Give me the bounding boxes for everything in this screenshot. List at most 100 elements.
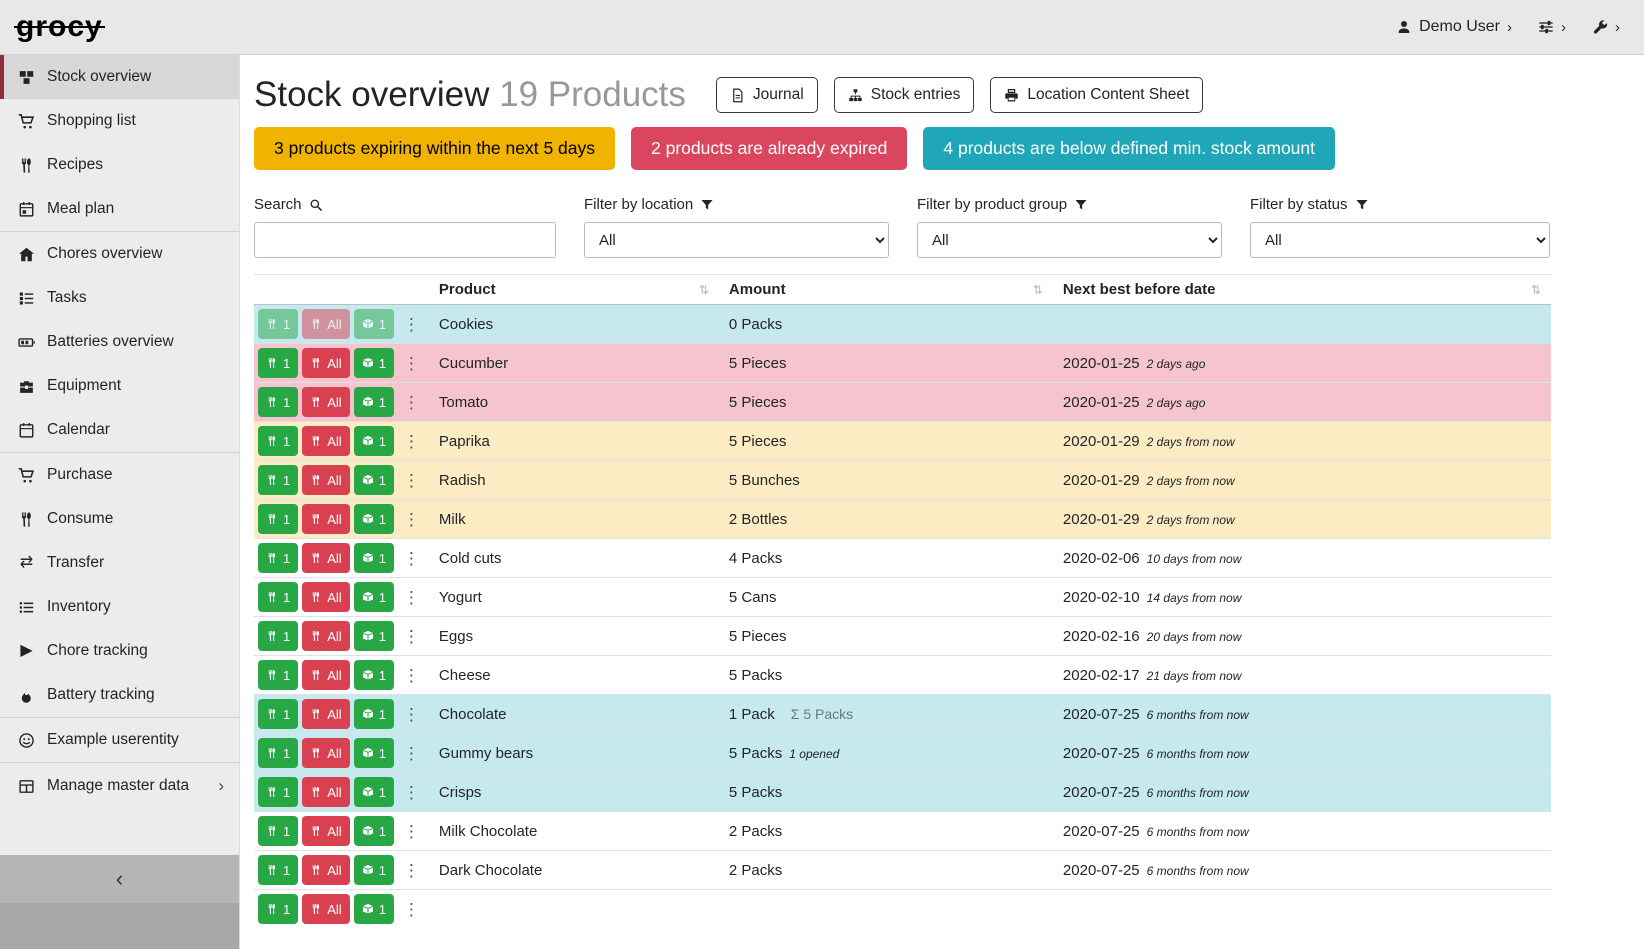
row-menu-button[interactable]: ⋮	[398, 706, 425, 723]
row-menu-button[interactable]: ⋮	[398, 433, 425, 450]
below-min-stock-banner[interactable]: 4 products are below defined min. stock …	[923, 127, 1335, 170]
expired-banner[interactable]: 2 products are already expired	[631, 127, 907, 170]
sidebar-item-tasks[interactable]: Tasks	[0, 276, 239, 320]
sidebar-item-batteries-overview[interactable]: Batteries overview	[0, 320, 239, 364]
row-menu-button[interactable]: ⋮	[398, 628, 425, 645]
calendar-icon	[17, 422, 36, 439]
consume-all-button[interactable]: All	[302, 777, 349, 807]
sidebar-item-battery-tracking[interactable]: Battery tracking	[0, 673, 239, 717]
consume-all-button[interactable]: All	[302, 816, 349, 846]
open-one-button[interactable]: 1	[354, 621, 394, 651]
product-cell: Milk Chocolate	[429, 812, 719, 851]
row-menu-button[interactable]: ⋮	[398, 316, 425, 333]
consume-one-button[interactable]: 1	[258, 621, 298, 651]
consume-one-button[interactable]: 1	[258, 309, 298, 339]
sidebar-item-calendar[interactable]: Calendar	[0, 408, 239, 452]
row-menu-button[interactable]: ⋮	[398, 862, 425, 879]
consume-all-button[interactable]: All	[302, 699, 349, 729]
journal-button[interactable]: Journal	[716, 77, 818, 113]
sidebar-item-meal-plan[interactable]: Meal plan	[0, 187, 239, 231]
col-product[interactable]: Product⇅	[429, 275, 719, 305]
consume-all-button[interactable]: All	[302, 894, 349, 924]
col-next-best-before-date[interactable]: Next best before date⇅	[1053, 275, 1551, 305]
row-menu-button[interactable]: ⋮	[398, 511, 425, 528]
open-one-button[interactable]: 1	[354, 699, 394, 729]
consume-one-button[interactable]: 1	[258, 894, 298, 924]
consume-all-button[interactable]: All	[302, 465, 349, 495]
consume-one-button[interactable]: 1	[258, 348, 298, 378]
status-filter-select[interactable]: All	[1250, 222, 1550, 258]
user-menu[interactable]: Demo User ›	[1396, 18, 1512, 36]
settings-menu[interactable]: ›	[1538, 19, 1566, 36]
row-menu-button[interactable]: ⋮	[398, 667, 425, 684]
row-menu-button[interactable]: ⋮	[398, 394, 425, 411]
row-menu-button[interactable]: ⋮	[398, 784, 425, 801]
row-menu-button[interactable]: ⋮	[398, 472, 425, 489]
stock-entries-button[interactable]: Stock entries	[834, 77, 975, 113]
consume-all-button[interactable]: All	[302, 582, 349, 612]
sidebar-item-shopping-list[interactable]: Shopping list	[0, 99, 239, 143]
sidebar-item-transfer[interactable]: ⇄Transfer	[0, 541, 239, 585]
consume-one-button[interactable]: 1	[258, 465, 298, 495]
row-menu-button[interactable]: ⋮	[398, 901, 425, 918]
open-one-button[interactable]: 1	[354, 660, 394, 690]
location-content-sheet-button[interactable]: Location Content Sheet	[990, 77, 1203, 113]
row-menu-button[interactable]: ⋮	[398, 823, 425, 840]
consume-all-button[interactable]: All	[302, 543, 349, 573]
sidebar-item-stock-overview[interactable]: Stock overview	[0, 55, 239, 99]
consume-all-button[interactable]: All	[302, 621, 349, 651]
open-one-button[interactable]: 1	[354, 582, 394, 612]
consume-one-button[interactable]: 1	[258, 699, 298, 729]
open-one-button[interactable]: 1	[354, 738, 394, 768]
search-input[interactable]	[254, 222, 556, 258]
consume-all-button[interactable]: All	[302, 309, 349, 339]
consume-all-button[interactable]: All	[302, 504, 349, 534]
sidebar-item-purchase[interactable]: Purchase	[0, 453, 239, 497]
sidebar-item-inventory[interactable]: Inventory	[0, 585, 239, 629]
open-one-button[interactable]: 1	[354, 816, 394, 846]
sidebar-item-example-userentity[interactable]: Example userentity	[0, 718, 239, 762]
open-one-button[interactable]: 1	[354, 309, 394, 339]
open-one-button[interactable]: 1	[354, 855, 394, 885]
consume-one-button[interactable]: 1	[258, 660, 298, 690]
sidebar-item-manage-master-data[interactable]: Manage master data›	[0, 763, 239, 809]
sidebar-item-equipment[interactable]: Equipment	[0, 364, 239, 408]
expiring-banner[interactable]: 3 products expiring within the next 5 da…	[254, 127, 615, 170]
sidebar-item-chores-overview[interactable]: Chores overview	[0, 232, 239, 276]
row-menu-button[interactable]: ⋮	[398, 589, 425, 606]
open-one-button[interactable]: 1	[354, 348, 394, 378]
row-menu-button[interactable]: ⋮	[398, 355, 425, 372]
consume-all-button[interactable]: All	[302, 387, 349, 417]
row-menu-button[interactable]: ⋮	[398, 550, 425, 567]
consume-all-button[interactable]: All	[302, 738, 349, 768]
sidebar-collapse-button[interactable]: ‹	[0, 855, 239, 903]
col-amount[interactable]: Amount⇅	[719, 275, 1053, 305]
consume-all-button[interactable]: All	[302, 660, 349, 690]
consume-all-button[interactable]: All	[302, 348, 349, 378]
consume-one-button[interactable]: 1	[258, 777, 298, 807]
consume-one-button[interactable]: 1	[258, 387, 298, 417]
row-menu-button[interactable]: ⋮	[398, 745, 425, 762]
product-group-filter-select[interactable]: All	[917, 222, 1222, 258]
sidebar-item-recipes[interactable]: Recipes	[0, 143, 239, 187]
consume-all-button[interactable]: All	[302, 855, 349, 885]
open-one-button[interactable]: 1	[354, 894, 394, 924]
open-one-button[interactable]: 1	[354, 387, 394, 417]
consume-all-button[interactable]: All	[302, 426, 349, 456]
consume-one-button[interactable]: 1	[258, 504, 298, 534]
consume-one-button[interactable]: 1	[258, 855, 298, 885]
consume-one-button[interactable]: 1	[258, 543, 298, 573]
open-one-button[interactable]: 1	[354, 543, 394, 573]
consume-one-button[interactable]: 1	[258, 816, 298, 846]
open-one-button[interactable]: 1	[354, 777, 394, 807]
sidebar-item-consume[interactable]: Consume	[0, 497, 239, 541]
consume-one-button[interactable]: 1	[258, 426, 298, 456]
admin-menu[interactable]: ›	[1592, 19, 1620, 36]
open-one-button[interactable]: 1	[354, 504, 394, 534]
consume-one-button[interactable]: 1	[258, 738, 298, 768]
sidebar-item-chore-tracking[interactable]: ▶Chore tracking	[0, 629, 239, 673]
open-one-button[interactable]: 1	[354, 426, 394, 456]
open-one-button[interactable]: 1	[354, 465, 394, 495]
location-filter-select[interactable]: All	[584, 222, 889, 258]
consume-one-button[interactable]: 1	[258, 582, 298, 612]
